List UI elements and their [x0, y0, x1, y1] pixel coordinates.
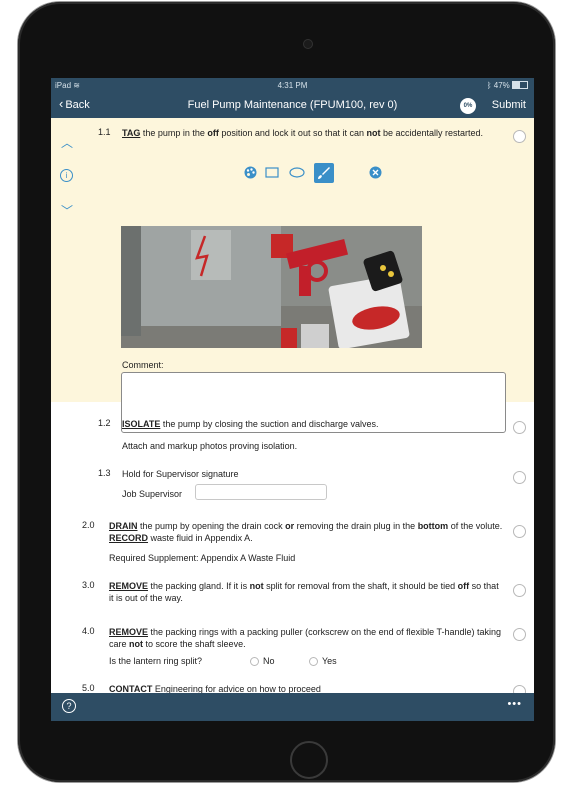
battery-indicator: ᛒ 47%: [487, 81, 528, 90]
step-text: REMOVE the packing rings with a packing …: [109, 627, 502, 649]
step-text: REMOVE the packing gland. If it is not s…: [109, 581, 499, 603]
step-text: TAG the pump in the off position and loc…: [122, 128, 484, 138]
palette-icon[interactable]: [244, 166, 257, 179]
step-number: 1.2: [98, 418, 111, 428]
chevron-down-icon[interactable]: ﹀: [61, 202, 73, 219]
back-label: Back: [65, 99, 90, 111]
back-button[interactable]: ‹ Back: [59, 96, 90, 111]
step-note: Attach and markup photos proving isolati…: [122, 441, 298, 451]
info-icon[interactable]: i: [60, 169, 73, 182]
status-bar: iPad ≋ 4:31 PM ᛒ 47%: [51, 78, 534, 92]
radio-yes[interactable]: [309, 657, 318, 666]
step-complete-checkbox[interactable]: [513, 628, 526, 641]
procedure-content[interactable]: ︿ i ﹀ 1.1 TAG the pump in the off positi…: [51, 118, 534, 693]
more-icon[interactable]: •••: [507, 698, 522, 710]
progress-badge: 0%: [460, 98, 476, 114]
lantern-ring-question: Is the lantern ring split?: [109, 656, 203, 666]
step-text: Hold for Supervisor signature: [122, 469, 239, 479]
home-button[interactable]: [290, 741, 328, 779]
step-complete-checkbox[interactable]: [513, 130, 526, 143]
lockout-photo[interactable]: [121, 226, 422, 348]
supplement-note: Required Supplement: Appendix A Waste Fl…: [109, 553, 296, 563]
radio-no-label: No: [263, 656, 275, 666]
clock: 4:31 PM: [277, 81, 308, 90]
step-number: 5.0: [82, 683, 95, 693]
camera: [304, 40, 312, 48]
help-icon[interactable]: ?: [62, 699, 76, 713]
step-complete-checkbox[interactable]: [513, 421, 526, 434]
bottom-toolbar: ? •••: [51, 693, 534, 721]
bluetooth-icon: ᛒ: [486, 81, 492, 90]
brush-tool-icon[interactable]: [314, 163, 334, 183]
step-number: 1.3: [98, 468, 111, 478]
step-number: 4.0: [82, 626, 95, 636]
step-number: 2.0: [82, 520, 95, 530]
step-number: 3.0: [82, 580, 95, 590]
rectangle-tool-icon[interactable]: [265, 167, 279, 178]
step-complete-checkbox[interactable]: [513, 525, 526, 538]
step-text: DRAIN the pump by opening the drain cock…: [109, 521, 503, 543]
comment-label: Comment:: [122, 360, 164, 370]
ellipse-tool-icon[interactable]: [289, 167, 305, 178]
close-circle-icon[interactable]: [369, 166, 382, 179]
step-complete-checkbox[interactable]: [513, 685, 526, 693]
step-text: CONTACT Engineering for advice on how to…: [109, 684, 321, 693]
chevron-left-icon: ‹: [59, 96, 64, 111]
active-step-panel: ︿ i ﹀ 1.1 TAG the pump in the off positi…: [51, 118, 534, 433]
supervisor-field-label: Job Supervisor: [122, 489, 183, 499]
step-complete-checkbox[interactable]: [513, 471, 526, 484]
battery-icon: [512, 81, 528, 89]
submit-button[interactable]: Submit: [492, 99, 526, 111]
nav-bar: ‹ Back Fuel Pump Maintenance (FPUM100, re…: [51, 92, 534, 118]
step-text: ISOLATE the pump by closing the suction …: [122, 419, 379, 429]
job-supervisor-input[interactable]: [195, 484, 327, 500]
screen: iPad ≋ 4:31 PM ᛒ 47% ‹ Back Fuel Pump Mai…: [51, 78, 534, 721]
step-complete-checkbox[interactable]: [513, 584, 526, 597]
step-number: 1.1: [98, 127, 111, 137]
radio-yes-label: Yes: [322, 656, 337, 666]
chevron-up-icon[interactable]: ︿: [61, 134, 73, 151]
radio-no[interactable]: [250, 657, 259, 666]
